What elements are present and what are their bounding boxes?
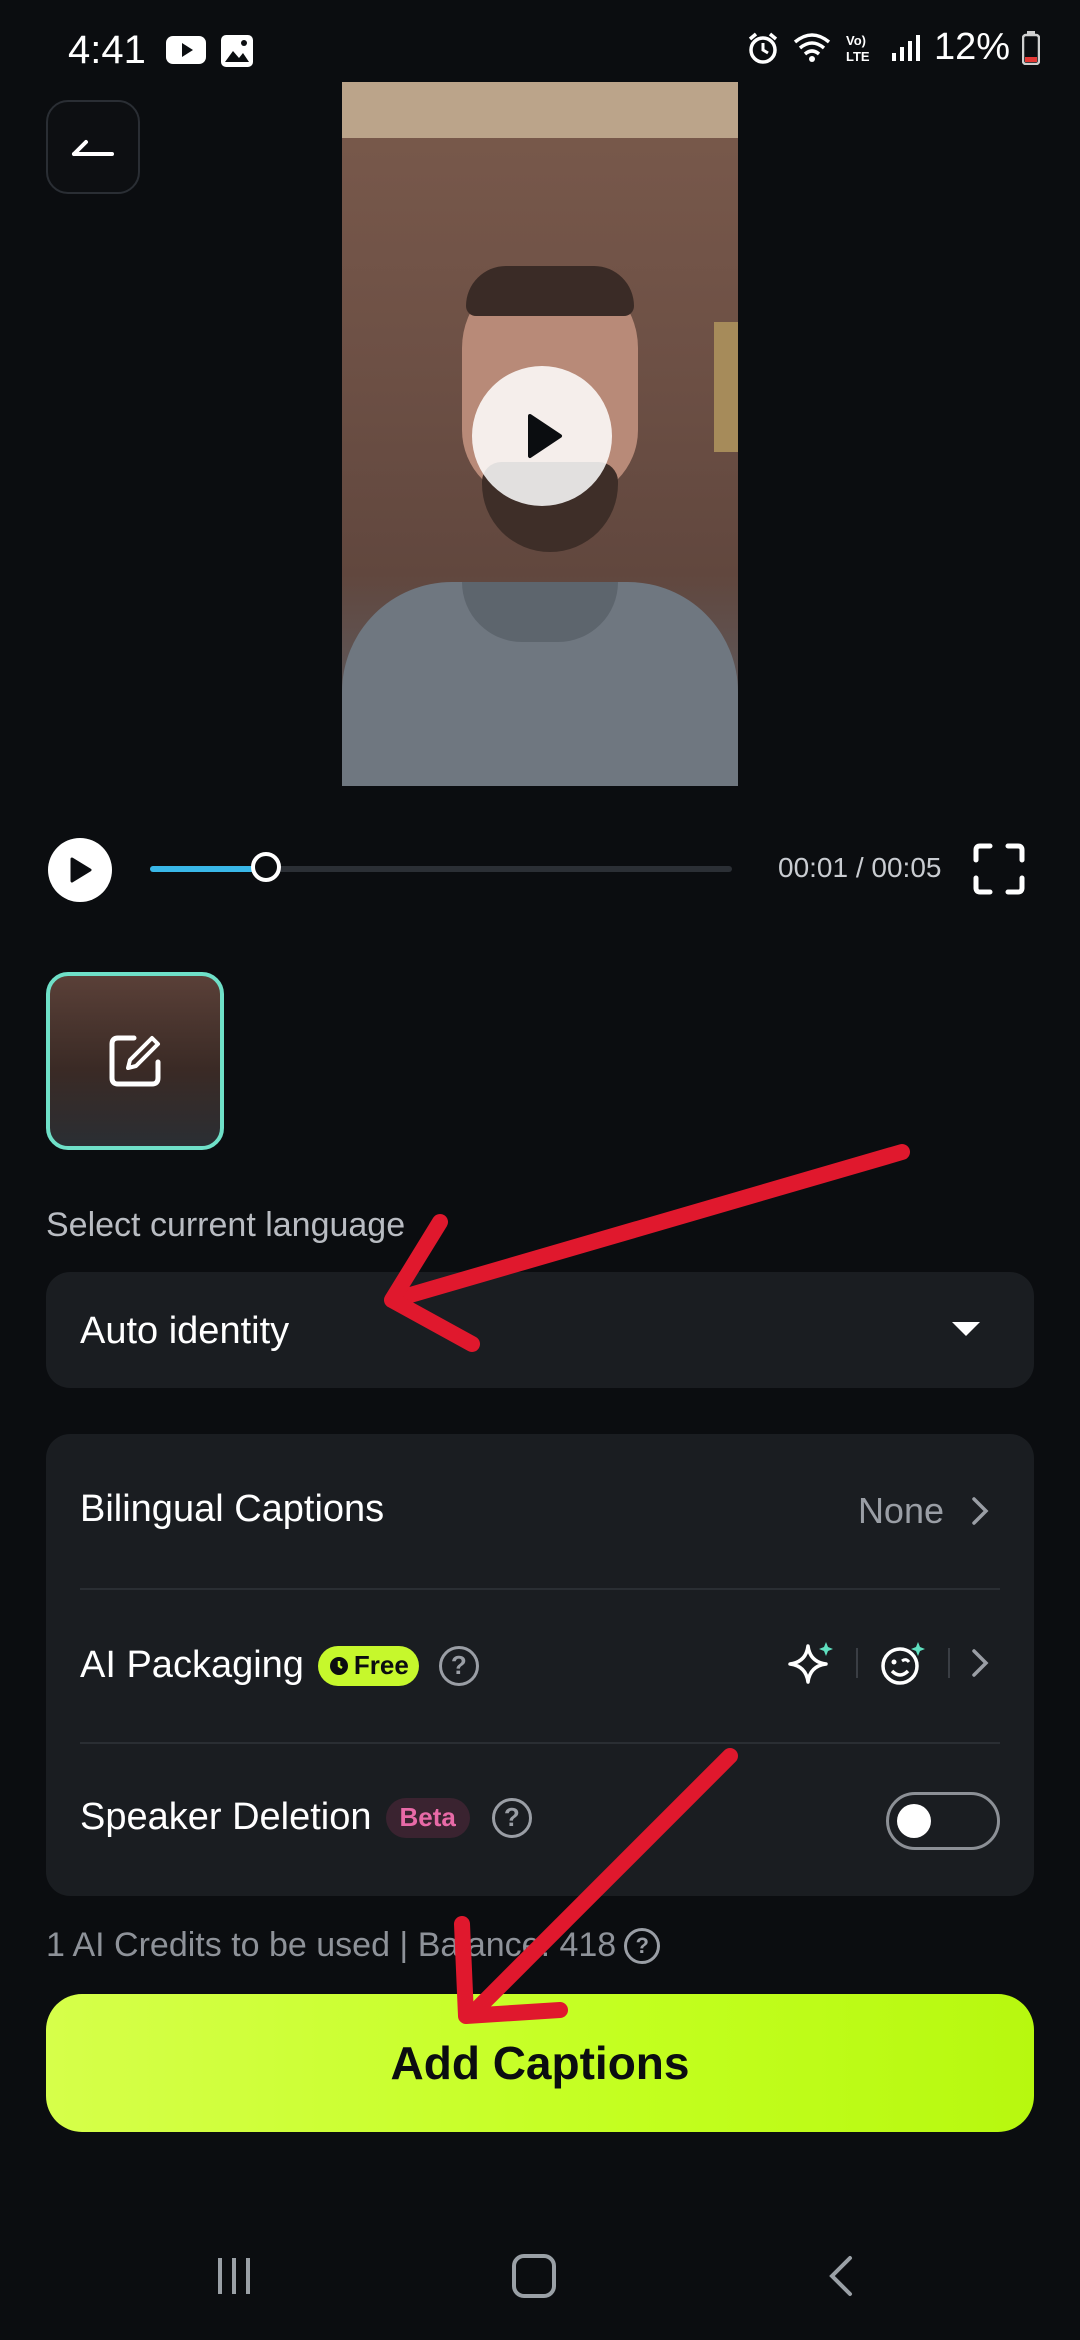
back-arrow-icon <box>72 140 114 156</box>
separator <box>948 1648 950 1678</box>
credits-info: 1 AI Credits to be used | Balance: 418 ? <box>46 1926 661 1965</box>
video-preview[interactable] <box>342 82 738 786</box>
video-wall-frame <box>714 322 738 452</box>
credits-text: 1 AI Credits to be used | Balance: 418 <box>46 1926 617 1964</box>
clock-icon <box>329 1656 348 1675</box>
sparkle-icon[interactable] <box>786 1638 836 1688</box>
beta-badge: Beta <box>385 1797 470 1838</box>
play-button[interactable] <box>48 838 112 902</box>
toggle-knob <box>897 1804 931 1838</box>
alarm-icon <box>748 32 778 64</box>
wifi-icon <box>793 32 831 62</box>
video-play-button[interactable] <box>472 366 612 506</box>
bilingual-captions-label: Bilingual Captions <box>80 1488 385 1530</box>
play-icon <box>528 414 562 458</box>
status-right-icons: Vo) LTE 12% <box>746 26 1040 69</box>
time-readout: 00:01 / 00:05 <box>778 852 942 883</box>
play-icon <box>70 857 92 883</box>
back-button[interactable] <box>46 100 140 194</box>
video-hair <box>466 266 634 316</box>
volte-icon: Vo)LTE <box>846 33 870 64</box>
progress-handle[interactable] <box>251 852 281 882</box>
status-left-icons <box>166 34 254 68</box>
battery-icon <box>1022 30 1040 65</box>
bilingual-captions-row[interactable]: Bilingual Captions None <box>46 1434 1034 1588</box>
help-icon[interactable]: ? <box>438 1645 479 1686</box>
caret-down-icon <box>952 1322 980 1336</box>
home-icon[interactable] <box>512 2254 556 2298</box>
youtube-icon <box>166 36 206 64</box>
chevron-right-icon <box>972 1649 989 1677</box>
options-card: Bilingual Captions None AI Packaging Fre… <box>46 1434 1034 1896</box>
speaker-deletion-label: Speaker Deletion <box>80 1796 372 1838</box>
free-badge-text: Free <box>353 1650 409 1680</box>
add-captions-button[interactable]: Add Captions <box>46 1994 1034 2132</box>
language-value: Auto identity <box>80 1310 290 1352</box>
speaker-deletion-title: Speaker Deletion Beta ? <box>80 1796 532 1839</box>
signal-icon <box>891 34 920 61</box>
status-time: 4:41 <box>68 28 146 72</box>
battery-percent: 12% <box>933 26 1010 68</box>
svg-text:LTE: LTE <box>846 49 870 64</box>
ai-packaging-label: AI Packaging <box>80 1644 304 1686</box>
bilingual-captions-value: None <box>857 1490 944 1531</box>
svg-text:Vo): Vo) <box>846 33 866 48</box>
edit-icon <box>109 1035 161 1087</box>
progress-fill <box>150 866 266 872</box>
separator <box>856 1648 858 1678</box>
gallery-icon <box>221 35 253 67</box>
speaker-deletion-toggle[interactable] <box>886 1792 1000 1850</box>
ai-packaging-title: AI Packaging Free ? <box>80 1644 479 1687</box>
sticker-smile-icon[interactable] <box>878 1638 928 1688</box>
divider <box>80 1742 1000 1744</box>
nav-back-icon[interactable] <box>826 2254 856 2298</box>
ai-packaging-row[interactable]: AI Packaging Free ? <box>46 1590 1034 1742</box>
help-icon[interactable]: ? <box>491 1797 532 1838</box>
chevron-right-icon <box>972 1497 989 1525</box>
video-ceiling <box>342 82 738 138</box>
video-thumbnail[interactable] <box>46 972 224 1150</box>
free-badge: Free <box>317 1645 419 1686</box>
language-label: Select current language <box>46 1206 406 1244</box>
ai-packaging-icons <box>786 1638 990 1688</box>
recent-apps-icon[interactable] <box>214 2256 254 2296</box>
language-dropdown[interactable]: Auto identity <box>46 1272 1034 1388</box>
fullscreen-icon[interactable] <box>972 842 1026 896</box>
help-icon[interactable]: ? <box>624 1927 661 1964</box>
